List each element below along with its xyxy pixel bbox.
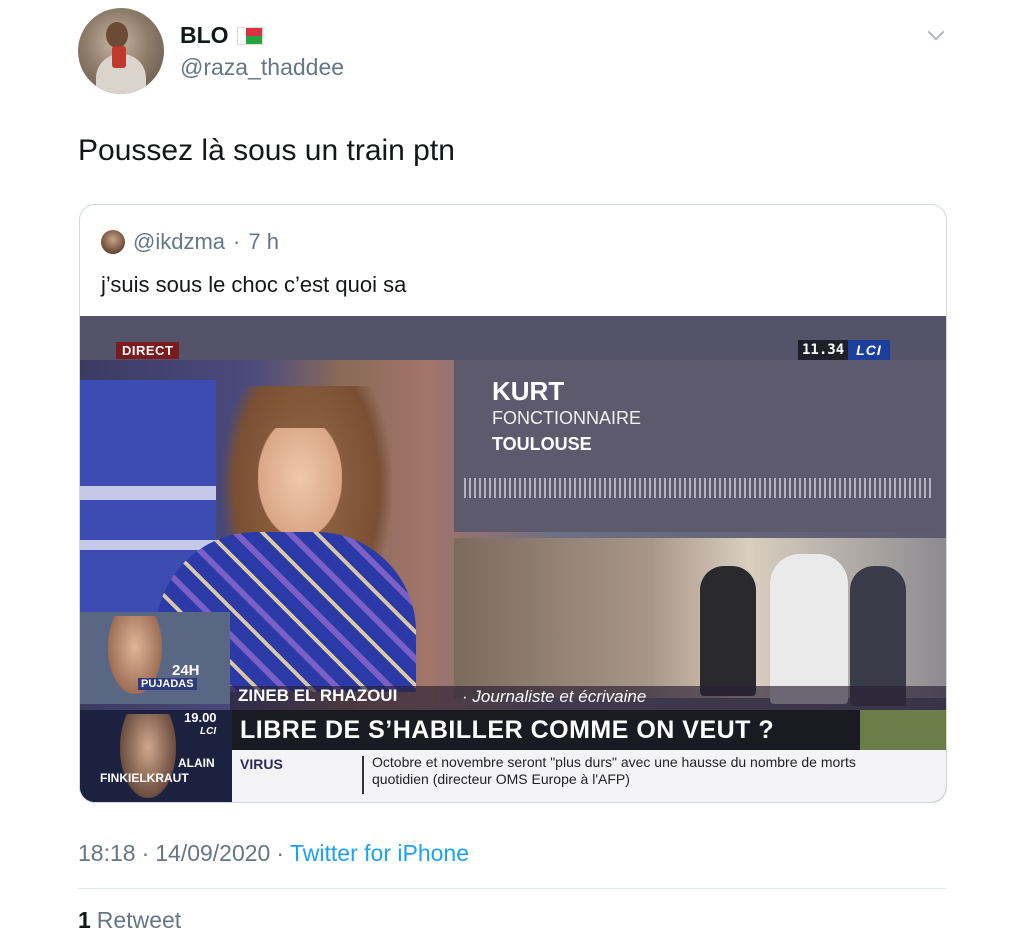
channel-clock: 11.34 LCI [798, 340, 890, 360]
tweet-meta: 18:18 · 14/09/2020 · Twitter for iPhone [78, 840, 469, 867]
clock-time: 11.34 [798, 340, 849, 360]
street-person [850, 566, 906, 706]
ticker-tag: VIRUS [240, 756, 283, 772]
presenter-face [258, 428, 342, 538]
quoted-handle[interactable]: @ikdzma [133, 229, 225, 255]
meta-separator: · [276, 840, 285, 866]
audio-waveform [464, 478, 934, 498]
quoted-avatar[interactable] [101, 230, 125, 254]
caller-name: KURT [492, 376, 565, 406]
speaker-role: · Journaliste et écrivaine [462, 687, 646, 707]
next-show-face [120, 714, 176, 798]
author-handle[interactable]: @raza_thaddee [180, 54, 344, 81]
divider [78, 888, 946, 889]
retweet-label: Retweet [96, 907, 182, 933]
speaker-separator: · [462, 687, 468, 706]
quoted-header: @ikdzma · 7 h [101, 229, 279, 255]
video-player[interactable]: DIRECT 11.34 LCI KURT FONCTIONNAIRE TOUL… [80, 316, 946, 802]
avatar-head [106, 22, 128, 48]
tweet-time[interactable]: 18:18 [78, 840, 136, 867]
author-name-row[interactable]: BLO [180, 22, 263, 49]
tweet-text: Poussez là sous un train ptn [78, 134, 455, 167]
street-person [700, 566, 756, 696]
author-avatar[interactable] [78, 8, 164, 94]
street-person [770, 554, 848, 704]
quoted-time[interactable]: 7 h [248, 229, 279, 255]
live-badge: DIRECT [116, 342, 180, 359]
quoted-text: j’suis sous le choc c’est quoi sa [101, 272, 407, 297]
caller-city: TOULOUSE [492, 434, 592, 454]
ticker-divider [362, 756, 364, 794]
channel-logo: LCI [848, 340, 890, 360]
tweet-date[interactable]: 14/09/2020 [155, 840, 270, 867]
headline-accent [860, 710, 946, 750]
next-show-last-name: FINKIELKRAUT [100, 771, 189, 785]
tweet-source-link[interactable]: Twitter for iPhone [290, 840, 469, 867]
chevron-down-icon[interactable] [927, 23, 945, 41]
quoted-tweet[interactable]: @ikdzma · 7 h j’suis sous le choc c’est … [79, 204, 947, 803]
author-name[interactable]: BLO [180, 22, 229, 49]
next-show-time: 19.00 [184, 710, 217, 725]
retweet-count: 1 [78, 907, 91, 933]
quoted-separator: · [233, 229, 241, 254]
show-time: 24H [172, 662, 200, 679]
madagascar-flag-icon [236, 26, 263, 45]
avatar-phone [112, 46, 126, 68]
next-show-first-name: ALAIN [178, 756, 215, 770]
retweet-stat[interactable]: 1 Retweet [78, 907, 181, 934]
caller-job: FONCTIONNAIRE [492, 408, 642, 428]
ticker-text: Octobre et novembre seront "plus durs" a… [372, 754, 856, 787]
speaker-name: ZINEB EL RHAZOUI [238, 686, 398, 705]
next-show-channel: LCI [200, 726, 217, 737]
meta-separator: · [141, 840, 150, 866]
show-name: PUJADAS [138, 678, 197, 690]
speaker-role-text: Journaliste et écrivaine [472, 687, 647, 706]
headline-text: LIBRE DE S’HABILLER COMME ON VEUT ? [240, 716, 775, 744]
